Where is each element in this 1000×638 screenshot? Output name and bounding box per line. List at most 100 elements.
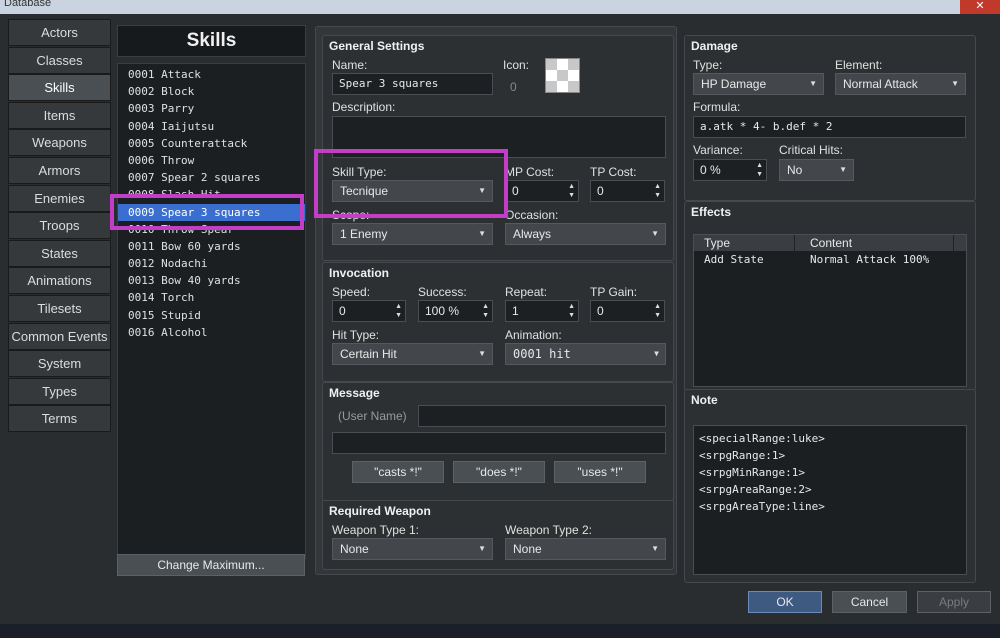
description-label: Description: bbox=[332, 100, 396, 114]
animation-select[interactable]: 0001 hit ▼ bbox=[505, 343, 666, 365]
success-label: Success: bbox=[418, 285, 467, 299]
speed-stepper[interactable]: 0 ▲ ▼ bbox=[332, 300, 406, 322]
element-value: Normal Attack bbox=[843, 77, 918, 91]
list-item[interactable]: 0005 Counterattack bbox=[118, 135, 305, 152]
note-line: <srpgAreaType:line> bbox=[699, 500, 825, 513]
formula-field[interactable]: a.atk * 4- b.def * 2 bbox=[693, 116, 966, 138]
repeat-stepper[interactable]: 1 ▲ ▼ bbox=[505, 300, 579, 322]
change-maximum-button[interactable]: Change Maximum... bbox=[117, 554, 305, 576]
list-item[interactable]: 0013 Bow 40 yards bbox=[118, 272, 305, 289]
list-item[interactable]: 0003 Parry bbox=[118, 100, 305, 117]
apply-button[interactable]: Apply bbox=[917, 591, 991, 613]
category-actors[interactable]: Actors bbox=[8, 19, 111, 46]
list-item[interactable]: 0007 Spear 2 squares bbox=[118, 169, 305, 186]
col-content[interactable]: Content bbox=[810, 236, 852, 250]
category-system[interactable]: System bbox=[8, 350, 111, 378]
category-troops[interactable]: Troops bbox=[8, 212, 111, 240]
damage-type-select[interactable]: HP Damage ▼ bbox=[693, 73, 824, 95]
stepper-arrows-icon[interactable]: ▲ ▼ bbox=[654, 301, 661, 320]
element-select[interactable]: Normal Attack ▼ bbox=[835, 73, 966, 95]
category-types[interactable]: Types bbox=[8, 377, 111, 405]
weapon-type-1-select[interactable]: None ▼ bbox=[332, 538, 493, 560]
category-animations[interactable]: Animations bbox=[8, 267, 111, 295]
user-name-label: (User Name) bbox=[338, 409, 407, 423]
mp-cost-stepper[interactable]: 0 ▲ ▼ bbox=[505, 180, 579, 202]
message-line-2[interactable] bbox=[332, 432, 666, 454]
list-item[interactable]: 0014 Torch bbox=[118, 289, 305, 306]
effects-table[interactable]: Type Content Add State Normal Attack 100… bbox=[693, 234, 967, 387]
chevron-down-icon: ▼ bbox=[839, 165, 847, 174]
category-states[interactable]: States bbox=[8, 239, 111, 267]
list-item[interactable]: 0011 Bow 60 yards bbox=[118, 238, 305, 255]
success-stepper[interactable]: 100 % ▲ ▼ bbox=[418, 300, 493, 322]
skill-list[interactable]: 0001 Attack 0002 Block 0003 Parry 0004 Iaij… bbox=[117, 63, 306, 559]
weapon-type-2-value: None bbox=[513, 542, 542, 556]
stepper-arrows-icon[interactable]: ▲ ▼ bbox=[654, 181, 661, 200]
tp-cost-value: 0 bbox=[597, 184, 604, 198]
category-common-events[interactable]: Common Events bbox=[8, 322, 111, 350]
hit-type-value: Certain Hit bbox=[340, 347, 397, 361]
chevron-down-icon: ▼ bbox=[478, 349, 486, 358]
stepper-arrows-icon[interactable]: ▲ ▼ bbox=[756, 160, 763, 179]
list-item[interactable]: 0001 Attack bbox=[118, 66, 305, 83]
chevron-down-icon: ▼ bbox=[654, 349, 659, 358]
note-line: <srpgMinRange:1> bbox=[699, 466, 805, 479]
category-armors[interactable]: Armors bbox=[8, 156, 111, 184]
category-skills[interactable]: Skills bbox=[8, 74, 111, 102]
skills-panel: Skills 0001 Attack 0002 Block 0003 Parry 00… bbox=[117, 25, 306, 559]
scope-select[interactable]: 1 Enemy ▼ bbox=[332, 223, 493, 245]
list-item[interactable]: 0015 Stupid bbox=[118, 307, 305, 324]
formula-label: Formula: bbox=[693, 100, 741, 114]
hit-type-select[interactable]: Certain Hit ▼ bbox=[332, 343, 493, 365]
col-type[interactable]: Type bbox=[704, 236, 730, 250]
stepper-arrows-icon[interactable]: ▲ ▼ bbox=[568, 301, 575, 320]
critical-hits-label: Critical Hits: bbox=[779, 143, 844, 157]
weapon-type-2-select[interactable]: None ▼ bbox=[505, 538, 666, 560]
category-list: Actors Classes Skills Items Weapons Armors Ene… bbox=[8, 19, 111, 433]
category-tilesets[interactable]: Tilesets bbox=[8, 294, 111, 322]
tp-cost-stepper[interactable]: 0 ▲ ▼ bbox=[590, 180, 665, 202]
table-row[interactable]: Add State Normal Attack 100% bbox=[694, 251, 966, 268]
name-field[interactable]: Spear 3 squares bbox=[332, 73, 493, 95]
skill-icon-preview[interactable] bbox=[545, 58, 580, 93]
uses-button[interactable]: "uses *!" bbox=[554, 461, 646, 483]
cancel-button[interactable]: Cancel bbox=[832, 591, 907, 613]
message-title: Message bbox=[329, 386, 380, 400]
critical-hits-select[interactable]: No ▼ bbox=[779, 159, 854, 181]
stepper-arrows-icon[interactable]: ▲ ▼ bbox=[395, 301, 402, 320]
message-line-1[interactable] bbox=[418, 405, 666, 427]
list-item[interactable]: 0004 Iaijutsu bbox=[118, 118, 305, 135]
category-classes[interactable]: Classes bbox=[8, 46, 111, 74]
category-items[interactable]: Items bbox=[8, 101, 111, 129]
tp-gain-stepper[interactable]: 0 ▲ ▼ bbox=[590, 300, 665, 322]
occasion-label: Occasion: bbox=[505, 208, 559, 222]
taskbar bbox=[0, 624, 1000, 638]
close-button[interactable]: ✕ bbox=[960, 0, 1000, 14]
skill-highlight-box bbox=[110, 194, 304, 230]
tp-gain-label: TP Gain: bbox=[590, 285, 638, 299]
damage-type-label: Type: bbox=[693, 58, 723, 72]
list-item[interactable]: 0016 Alcohol bbox=[118, 324, 305, 341]
ok-button[interactable]: OK bbox=[748, 591, 822, 613]
note-field[interactable]: <specialRange:luke> <srpgRange:1> <srpgM… bbox=[693, 425, 967, 575]
success-value: 100 % bbox=[425, 304, 460, 318]
weapon-type-2-label: Weapon Type 2: bbox=[505, 523, 592, 537]
scope-value: 1 Enemy bbox=[340, 227, 388, 241]
category-enemies[interactable]: Enemies bbox=[8, 184, 111, 212]
casts-button[interactable]: "casts *!" bbox=[352, 461, 444, 483]
variance-stepper[interactable]: 0 % ▲ ▼ bbox=[693, 159, 767, 181]
list-item[interactable]: 0012 Nodachi bbox=[118, 255, 305, 272]
title-bar: Database ✕ bbox=[0, 0, 1000, 14]
required-weapon-title: Required Weapon bbox=[329, 504, 431, 518]
effect-content: Normal Attack 100% bbox=[810, 253, 930, 266]
category-weapons[interactable]: Weapons bbox=[8, 129, 111, 157]
note-title: Note bbox=[691, 393, 718, 407]
list-item[interactable]: 0006 Throw bbox=[118, 152, 305, 169]
occasion-select[interactable]: Always ▼ bbox=[505, 223, 666, 245]
note-line: <srpgRange:1> bbox=[699, 449, 786, 462]
category-terms[interactable]: Terms bbox=[8, 405, 111, 433]
stepper-arrows-icon[interactable]: ▲ ▼ bbox=[568, 181, 575, 200]
list-item[interactable]: 0002 Block bbox=[118, 83, 305, 100]
does-button[interactable]: "does *!" bbox=[453, 461, 545, 483]
stepper-arrows-icon[interactable]: ▲ ▼ bbox=[482, 301, 489, 320]
